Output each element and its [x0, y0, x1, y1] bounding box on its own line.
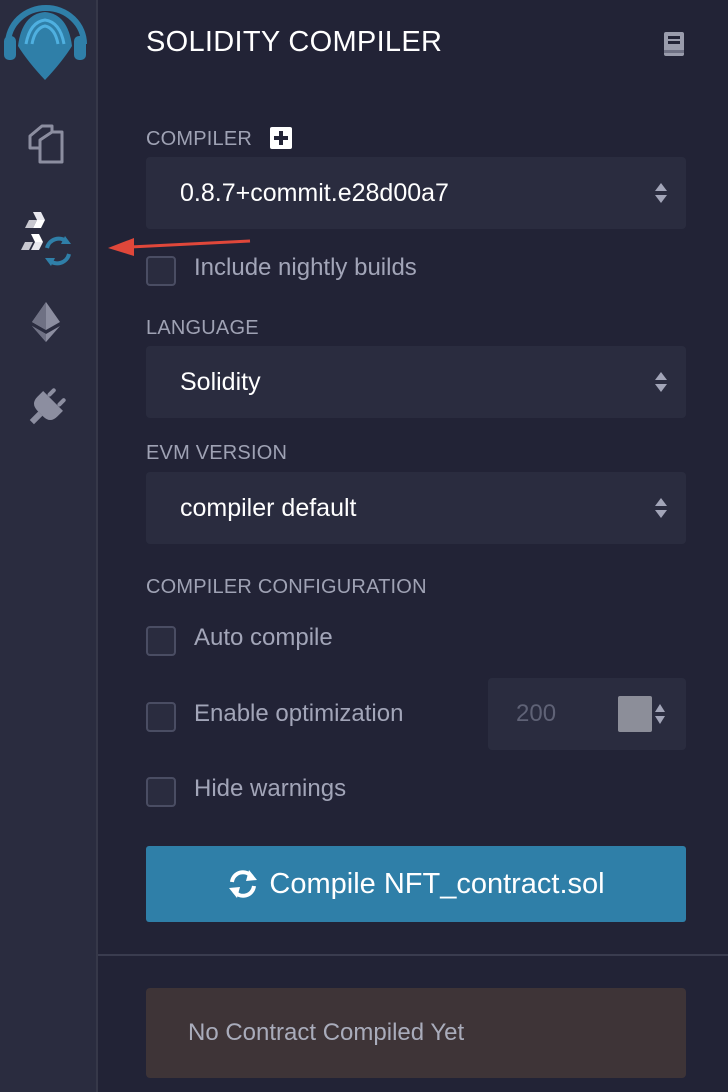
- nightly-builds-label: Include nightly builds: [194, 254, 417, 281]
- panel-title: SOLIDITY COMPILER: [146, 26, 443, 58]
- compile-button[interactable]: Compile NFT_contract.sol: [146, 846, 686, 922]
- auto-compile-checkbox[interactable]: [146, 626, 176, 656]
- spinner-arrows-icon[interactable]: [654, 702, 666, 726]
- select-arrows-icon: [655, 372, 667, 392]
- files-icon[interactable]: [18, 116, 74, 172]
- plug-icon[interactable]: [18, 380, 74, 436]
- solidity-compile-icon[interactable]: [18, 210, 74, 266]
- evm-version-label: EVM VERSION: [146, 442, 288, 464]
- select-arrows-icon: [655, 498, 667, 518]
- compiler-label: COMPILER: [146, 128, 253, 150]
- compile-status-text: No Contract Compiled Yet: [188, 1019, 465, 1046]
- plus-square-icon[interactable]: [270, 127, 292, 149]
- section-divider: [98, 954, 728, 956]
- compiler-version-select[interactable]: 0.8.7+commit.e28d00a7: [146, 157, 686, 229]
- icon-sidebar: [0, 0, 98, 1092]
- hide-warnings-checkbox[interactable]: [146, 777, 176, 807]
- language-value: Solidity: [180, 368, 261, 396]
- book-icon[interactable]: [660, 30, 688, 58]
- optimization-label: Enable optimization: [194, 700, 404, 727]
- evm-version-select[interactable]: compiler default: [146, 472, 686, 544]
- optimization-checkbox[interactable]: [146, 702, 176, 732]
- refresh-icon: [229, 870, 258, 898]
- compiler-version-value: 0.8.7+commit.e28d00a7: [180, 179, 449, 207]
- language-label: LANGUAGE: [146, 317, 259, 339]
- compile-button-label: Compile NFT_contract.sol: [269, 867, 605, 900]
- remix-ide: SOLIDITY COMPILER COMPILER 0.8.7+commit.…: [0, 0, 728, 1092]
- select-arrows-icon: [655, 183, 667, 203]
- remix-logo-icon[interactable]: [0, 0, 90, 90]
- ethereum-icon[interactable]: [18, 294, 74, 350]
- compiler-panel: SOLIDITY COMPILER COMPILER 0.8.7+commit.…: [98, 0, 728, 1092]
- spinner-thumb[interactable]: [618, 696, 652, 732]
- evm-version-value: compiler default: [180, 494, 357, 522]
- compiler-config-label: COMPILER CONFIGURATION: [146, 576, 427, 598]
- nightly-builds-checkbox[interactable]: [146, 256, 176, 286]
- optimization-runs-input[interactable]: 200: [488, 678, 686, 750]
- hide-warnings-label: Hide warnings: [194, 775, 347, 802]
- auto-compile-label: Auto compile: [194, 624, 333, 651]
- compile-status-box: No Contract Compiled Yet: [146, 988, 686, 1078]
- optimization-runs-value: 200: [516, 700, 557, 727]
- language-select[interactable]: Solidity: [146, 346, 686, 418]
